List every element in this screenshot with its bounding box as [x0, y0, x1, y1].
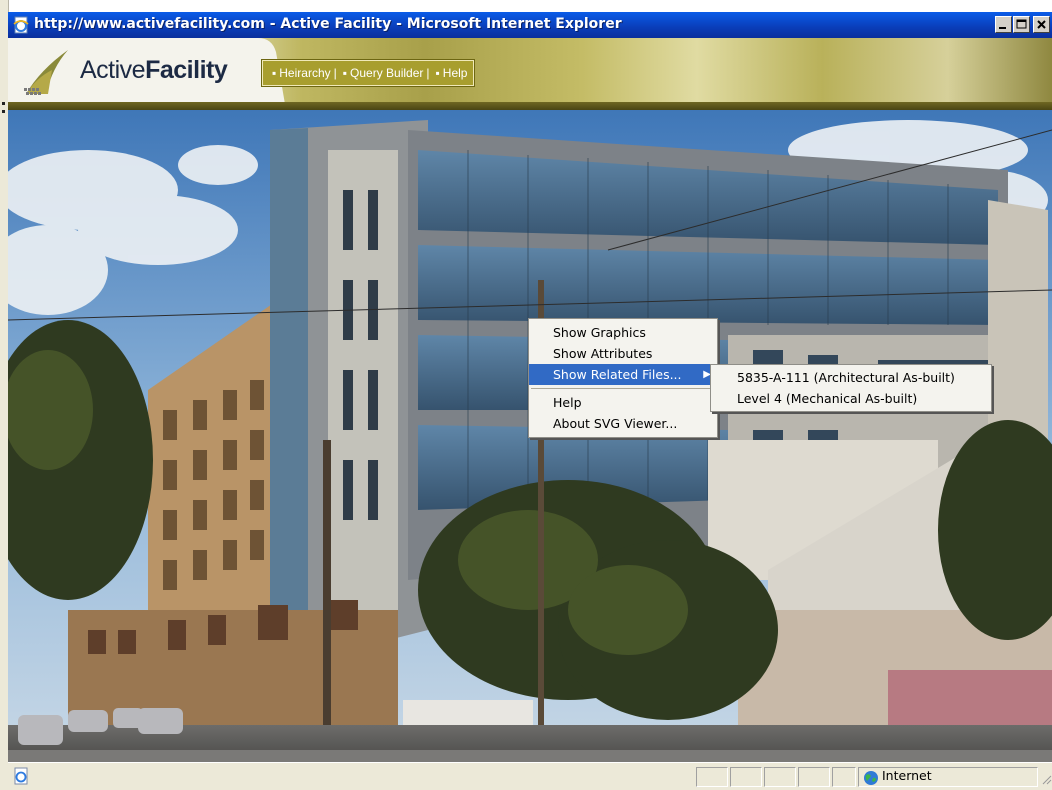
ie-page-icon — [13, 16, 29, 34]
title-bar[interactable]: http://www.activefacility.com - Active F… — [8, 12, 1052, 38]
resize-grip-icon[interactable] — [1040, 773, 1052, 785]
edge-mark — [2, 102, 5, 105]
related-files-submenu: 5835-A-111 (Architectural As-built) Leve… — [710, 364, 992, 412]
header-bottom-band — [8, 102, 1052, 110]
menu-item-about-svg-viewer[interactable]: About SVG Viewer... — [529, 413, 717, 434]
nav-divider: | — [426, 66, 430, 80]
minimize-icon — [999, 27, 1006, 29]
close-icon — [1037, 20, 1046, 29]
zone-label: Internet — [882, 768, 932, 783]
nav-bullet: ▪ — [272, 66, 277, 80]
menu-item-show-attributes[interactable]: Show Attributes — [529, 343, 717, 364]
status-pane — [798, 767, 830, 787]
edge-mark — [2, 110, 5, 113]
logo-text-bold: Facility — [145, 56, 228, 84]
nav-bullet: ▪ — [435, 66, 440, 80]
status-text-pane — [30, 767, 694, 787]
context-menu: Show Graphics Show Attributes Show Relat… — [528, 318, 718, 438]
nav-bullet: ▪ — [342, 66, 348, 80]
status-pane — [764, 767, 796, 787]
close-button[interactable] — [1033, 16, 1050, 33]
browser-window: http://www.activefacility.com - Active F… — [0, 0, 1052, 790]
menu-separator — [531, 388, 715, 389]
nav-link-heirarchy[interactable]: Heirarchy — [279, 66, 330, 80]
status-pane — [832, 767, 856, 787]
nav-divider: | — [333, 66, 337, 80]
status-bar: Internet — [8, 762, 1052, 790]
nav-link-help[interactable]: Help — [443, 66, 468, 80]
logo-text-regular: Active — [80, 56, 146, 84]
minimize-button[interactable] — [995, 16, 1012, 33]
globe-icon — [864, 771, 878, 785]
menu-item-label: Show Related Files... — [553, 367, 682, 382]
window-title: http://www.activefacility.com - Active F… — [34, 16, 622, 32]
page-icon — [14, 767, 28, 785]
menu-item-help[interactable]: Help — [529, 392, 717, 413]
maximize-button[interactable] — [1013, 16, 1030, 33]
submenu-item-mechanical[interactable]: Level 4 (Mechanical As-built) — [711, 388, 991, 409]
menu-item-show-related-files[interactable]: Show Related Files... ▶ — [529, 364, 717, 385]
activefacility-logo-icon — [24, 50, 68, 95]
site-header: ActiveFacility ▪ Heirarchy | ▪ Query Bui… — [8, 38, 1052, 110]
status-pane — [730, 767, 762, 787]
maximize-icon — [1016, 19, 1027, 29]
submenu-item-architectural[interactable]: 5835-A-111 (Architectural As-built) — [711, 367, 991, 388]
site-nav: ▪ Heirarchy | ▪ Query Builder | ▪ Help — [262, 60, 475, 86]
logo-wordmark: ActiveFacility — [80, 56, 228, 85]
nav-link-query-builder[interactable]: Query Builder — [350, 66, 423, 80]
menu-item-show-graphics[interactable]: Show Graphics — [529, 322, 717, 343]
status-pane — [696, 767, 728, 787]
